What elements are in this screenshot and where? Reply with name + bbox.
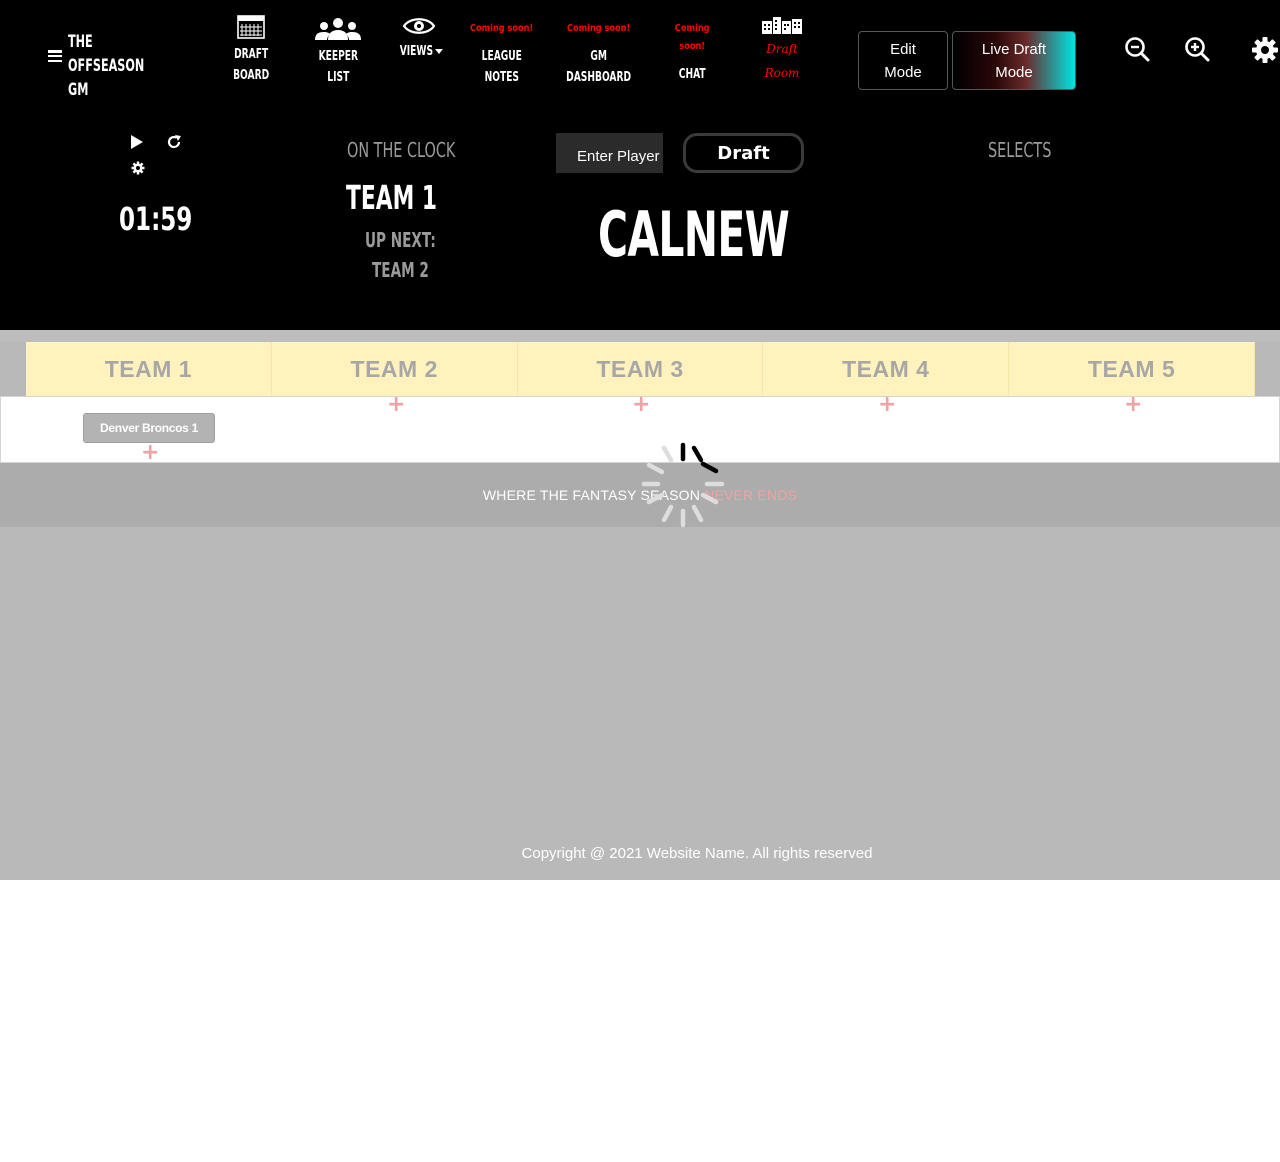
on-the-clock-team: TEAM 1 <box>346 178 438 217</box>
draft-pick-chip[interactable]: Denver Broncos 1 <box>83 413 215 443</box>
nav-chat-label: CHAT <box>678 67 706 82</box>
nav-views-label: VIEWS <box>399 44 433 59</box>
gear-settings-icon[interactable] <box>1251 36 1279 69</box>
caret-down-icon <box>435 49 444 54</box>
board-top-strip <box>0 330 1280 342</box>
up-next-label: UP NEXT: <box>365 228 436 252</box>
coming-soon-badge: Coming soon! <box>567 23 631 34</box>
current-player-display: CALNEW <box>598 198 790 271</box>
coming-soon-badge: Coming soon! <box>674 23 710 52</box>
nav-chat[interactable]: Coming soon! CHAT <box>668 20 716 85</box>
nav-league-notes-label: LEAGUE NOTES <box>481 49 523 85</box>
loading-spinner-icon <box>641 442 725 528</box>
brand: THE OFFSEASON GM <box>48 30 188 102</box>
hamburger-menu-icon[interactable] <box>48 50 62 62</box>
team-header-5[interactable]: TEAM 5 <box>1009 342 1255 396</box>
add-pick-icon[interactable]: + <box>141 442 159 464</box>
team-header-3[interactable]: TEAM 3 <box>517 342 764 396</box>
nav-draft-board[interactable]: DRAFT BOARD <box>229 15 273 86</box>
nav-league-notes[interactable]: Coming soon! LEAGUE NOTES <box>465 20 539 88</box>
nav-draft-room-label: Draft Room <box>764 42 800 80</box>
timer-settings-gear-icon[interactable] <box>131 161 145 180</box>
users-group-icon <box>313 17 363 41</box>
calendar-grid-icon <box>237 15 265 39</box>
add-pick-icon[interactable]: + <box>878 394 896 416</box>
top-header: THE OFFSEASON GM DRAFT BOARD KEEPER LIST… <box>0 0 1280 330</box>
nav-keeper-list-label: KEEPER LIST <box>318 49 358 85</box>
add-pick-icon[interactable]: + <box>1124 394 1142 416</box>
enter-player-input[interactable] <box>556 133 663 173</box>
copyright-text: Copyright @ 2021 Website Name. All right… <box>521 845 873 862</box>
team-header-row: TEAM 1 TEAM 2 TEAM 3 TEAM 4 TEAM 5 <box>26 342 1255 396</box>
draft-room-building-icon <box>761 15 803 35</box>
live-draft-mode-button[interactable]: Live Draft Mode <box>952 31 1076 90</box>
nav-draft-room[interactable]: Draft Room <box>758 15 806 85</box>
add-pick-icon[interactable]: + <box>387 394 405 416</box>
add-pick-icon[interactable]: + <box>632 394 650 416</box>
draft-button[interactable]: Draft <box>683 133 804 173</box>
team-header-2[interactable]: TEAM 2 <box>271 342 518 396</box>
nav-gm-dashboard[interactable]: Coming soon! GM DASHBOARD <box>560 20 638 88</box>
eye-icon <box>402 15 436 37</box>
on-the-clock-label: ON THE CLOCK <box>347 138 456 162</box>
team-header-4[interactable]: TEAM 4 <box>763 342 1010 396</box>
play-icon[interactable] <box>130 134 144 155</box>
edit-mode-button[interactable]: Edit Mode <box>858 31 948 90</box>
up-next-team: TEAM 2 <box>372 258 429 282</box>
team-header-1[interactable]: TEAM 1 <box>26 342 272 396</box>
coming-soon-badge: Coming soon! <box>470 23 534 34</box>
nav-views-dropdown[interactable]: VIEWS <box>392 15 446 62</box>
nav-draft-board-label: DRAFT BOARD <box>232 47 270 83</box>
zoom-in-icon[interactable] <box>1184 36 1210 67</box>
selects-label: SELECTS <box>988 138 1052 162</box>
reset-timer-icon[interactable] <box>166 134 182 155</box>
zoom-out-icon[interactable] <box>1124 36 1150 67</box>
draft-timer: 01:59 <box>119 200 193 238</box>
nav-gm-dashboard-label: GM DASHBOARD <box>566 49 632 85</box>
nav-keeper-list[interactable]: KEEPER LIST <box>310 17 366 88</box>
brand-logo-text[interactable]: THE OFFSEASON GM <box>68 30 147 102</box>
